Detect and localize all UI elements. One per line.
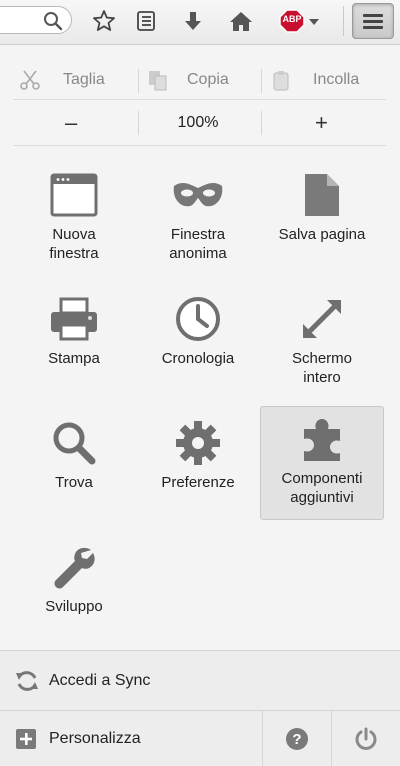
expand-icon xyxy=(303,300,341,338)
history-label: Cronologia xyxy=(161,350,235,367)
zoom-out-button[interactable]: – xyxy=(25,101,125,145)
download-button[interactable] xyxy=(180,8,206,34)
separator xyxy=(138,69,139,93)
help-icon: ? xyxy=(286,727,308,750)
download-icon xyxy=(185,12,201,30)
footer-bar: Personalizza ? xyxy=(0,710,400,766)
zoom-level: 100% xyxy=(177,114,219,131)
svg-text:?: ? xyxy=(292,731,301,748)
zoom-in-label: + xyxy=(315,110,328,135)
window-icon xyxy=(50,173,98,217)
search-box[interactable] xyxy=(0,6,72,34)
chevron-down-icon xyxy=(309,19,319,25)
private-window-button[interactable]: Finestra anonima xyxy=(136,163,260,275)
reading-list-icon xyxy=(137,11,155,31)
customize-label: Personalizza xyxy=(49,730,141,747)
wrench-icon xyxy=(54,547,95,589)
magnifier-icon xyxy=(53,422,96,465)
find-button[interactable]: Trova xyxy=(12,411,136,523)
open-menu-button[interactable] xyxy=(352,3,394,39)
fullscreen-label: Schermo intero xyxy=(291,350,353,386)
fullscreen-button[interactable]: Schermo intero xyxy=(260,287,384,399)
adblock-dropdown[interactable] xyxy=(307,9,321,35)
zoom-out-label: – xyxy=(65,110,78,135)
mask-icon xyxy=(173,182,223,207)
main-menu-panel: Taglia Copia Incolla – 100% + Nuova fine… xyxy=(0,45,400,766)
puzzle-icon xyxy=(304,419,340,461)
print-label: Stampa xyxy=(48,350,100,367)
copy-icon xyxy=(149,71,167,91)
toolbar-separator xyxy=(343,6,344,36)
sync-label: Accedi a Sync xyxy=(49,672,151,689)
home-icon xyxy=(230,12,252,31)
adblock-button[interactable]: ABP xyxy=(279,9,305,33)
developer-label: Sviluppo xyxy=(45,598,103,615)
help-button[interactable]: ? xyxy=(263,711,331,766)
zoom-reset-button[interactable]: 100% xyxy=(138,101,258,145)
sync-icon xyxy=(16,671,38,691)
adblock-label: ABP xyxy=(282,14,302,24)
print-button[interactable]: Stampa xyxy=(12,287,136,399)
find-label: Trova xyxy=(55,474,93,491)
new-window-button[interactable]: Nuova finestra xyxy=(12,163,136,275)
browser-toolbar: ABP xyxy=(0,0,400,45)
new-window-label: Nuova finestra xyxy=(49,226,99,262)
quit-button[interactable] xyxy=(332,711,400,766)
clock-icon xyxy=(176,297,220,341)
hamburger-menu-icon xyxy=(363,14,383,29)
home-button[interactable] xyxy=(228,8,254,34)
save-page-label: Salva pagina xyxy=(278,226,366,243)
private-window-label: Finestra anonima xyxy=(169,226,227,262)
developer-button[interactable]: Sviluppo xyxy=(12,535,136,647)
bookmark-star-icon xyxy=(93,10,115,31)
plus-box-icon xyxy=(16,729,36,749)
printer-icon xyxy=(51,297,97,341)
history-button[interactable]: Cronologia xyxy=(136,287,260,399)
addons-button[interactable]: Componenti aggiuntivi xyxy=(260,406,384,520)
separator xyxy=(261,111,262,135)
preferences-label: Preferenze xyxy=(161,474,235,491)
cut-label: Taglia xyxy=(63,71,105,88)
power-icon xyxy=(355,727,377,750)
gear-icon xyxy=(176,421,220,465)
copy-button[interactable]: Copia xyxy=(147,61,265,99)
bookmark-star-button[interactable] xyxy=(91,8,117,34)
paste-label: Incolla xyxy=(313,71,360,88)
copy-label: Copia xyxy=(187,71,229,88)
zoom-in-button[interactable]: + xyxy=(271,101,387,145)
sync-row[interactable]: Accedi a Sync xyxy=(0,650,400,711)
preferences-button[interactable]: Preferenze xyxy=(136,411,260,523)
customize-button[interactable]: Personalizza xyxy=(0,711,262,766)
cut-button[interactable]: Taglia xyxy=(19,61,137,99)
page-icon xyxy=(305,174,339,216)
reading-list-button[interactable] xyxy=(133,8,159,34)
paste-icon xyxy=(273,71,289,91)
addons-label: Componenti aggiuntivi xyxy=(281,470,363,506)
edit-controls: Taglia Copia Incolla xyxy=(13,61,386,100)
separator xyxy=(261,69,262,93)
paste-button[interactable]: Incolla xyxy=(271,61,387,99)
cut-icon xyxy=(20,70,40,90)
search-icon xyxy=(44,12,63,31)
save-page-button[interactable]: Salva pagina xyxy=(260,163,384,275)
zoom-controls: – 100% + xyxy=(13,101,386,146)
